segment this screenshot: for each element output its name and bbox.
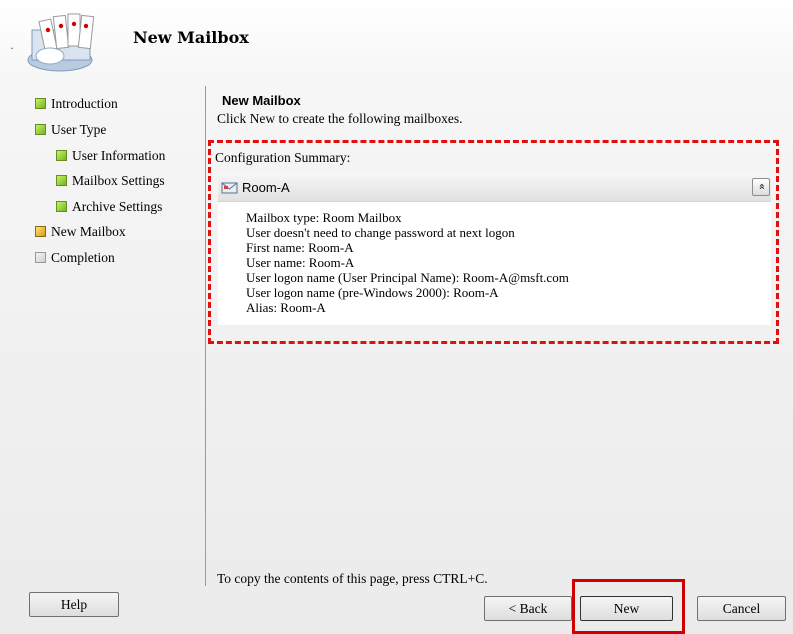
wizard-title: New Mailbox [133,28,249,47]
pending-status-icon [35,252,46,263]
nav-item-user-information[interactable]: User Information [56,147,165,165]
nav-item-mailbox-settings[interactable]: Mailbox Settings [56,172,165,190]
cancel-button[interactable]: Cancel [697,596,786,621]
content-title: New Mailbox [222,93,301,108]
nav-item-introduction[interactable]: Introduction [35,95,118,113]
complete-status-icon [56,201,67,212]
back-button[interactable]: < Back [484,596,572,621]
nav-item-label: Completion [51,250,115,265]
collapse-dot-icon: ˯ [10,36,14,50]
nav-item-archive-settings[interactable]: Archive Settings [56,198,162,216]
wizard-header: ˯ New Mailbox [0,0,793,84]
help-button[interactable]: Help [29,592,119,617]
nav-item-label: Archive Settings [72,199,163,214]
summary-highlight-annotation [208,140,779,344]
nav-item-completion[interactable]: Completion [35,249,115,267]
nav-item-label: User Information [72,148,166,163]
wizard-window: ˯ New Mailbox Introduction User Type Use… [0,0,793,634]
complete-status-icon [56,150,67,161]
mailbox-stack-icon [27,13,95,72]
current-status-icon [35,226,46,237]
new-button-highlight-annotation [572,579,685,634]
content-description: Click New to create the following mailbo… [217,111,463,126]
nav-item-label: Mailbox Settings [72,173,165,188]
copy-hint: To copy the contents of this page, press… [217,571,488,586]
complete-status-icon [35,124,46,135]
nav-item-user-type[interactable]: User Type [35,121,106,139]
nav-divider [205,86,206,586]
nav-item-label: New Mailbox [51,224,126,239]
complete-status-icon [35,98,46,109]
nav-item-label: Introduction [51,96,118,111]
complete-status-icon [56,175,67,186]
nav-item-label: User Type [51,122,107,137]
nav-item-new-mailbox[interactable]: New Mailbox [35,223,126,241]
